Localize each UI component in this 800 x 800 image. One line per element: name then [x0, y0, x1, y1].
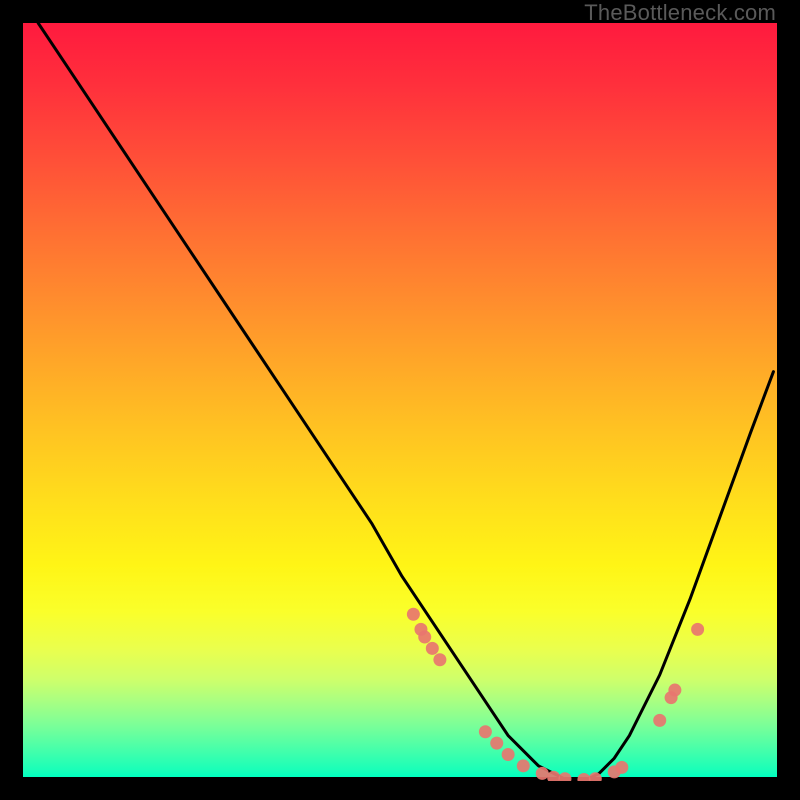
chart-svg: [23, 23, 781, 781]
bottleneck-curve: [38, 23, 773, 781]
data-markers: [407, 608, 704, 781]
watermark-text: TheBottleneck.com: [584, 0, 776, 26]
chart-container: TheBottleneck.com: [0, 0, 800, 800]
plot-area: [21, 21, 779, 779]
